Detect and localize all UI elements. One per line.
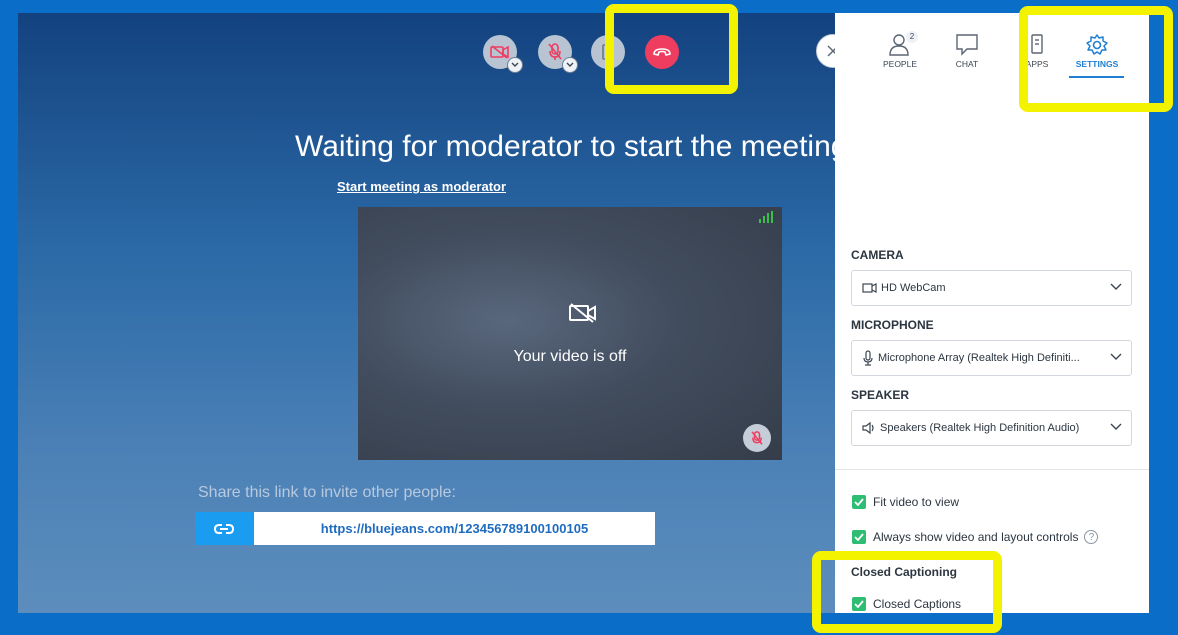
meeting-stage: Waiting for moderator to start the meeti… [18, 13, 835, 613]
chevron-down-icon [1110, 283, 1122, 290]
mic-options-caret[interactable] [562, 57, 578, 73]
waiting-title: Waiting for moderator to start the meeti… [295, 130, 835, 163]
camera-select[interactable]: HD WebCam [851, 270, 1132, 306]
speaker-select-value: Speakers (Realtek High Definition Audio) [880, 422, 1080, 434]
tab-people-label: PEOPLE [882, 59, 918, 69]
fit-video-label: Fit video to view [873, 495, 960, 509]
tab-people[interactable]: 2 PEOPLE [870, 31, 930, 69]
chevron-down-icon [1110, 353, 1122, 360]
chevron-down-icon [1110, 423, 1122, 430]
always-show-controls-option[interactable]: Always show video and layout controls ? [852, 530, 1099, 544]
microphone-icon [862, 350, 874, 366]
camera-heading: CAMERA [851, 248, 904, 262]
camera-select-value: HD WebCam [881, 282, 946, 294]
mic-off-icon [548, 43, 562, 60]
chevron-down-icon [566, 62, 574, 67]
tab-chat-label: CHAT [955, 59, 979, 69]
share-label: Share this link to invite other people: [198, 484, 456, 501]
chevron-down-icon [511, 62, 519, 67]
video-off-message: Your video is off [513, 348, 627, 365]
link-icon [214, 523, 234, 534]
always-show-controls-checkbox[interactable] [852, 530, 866, 544]
help-icon[interactable]: ? [1084, 530, 1099, 544]
highlight-hangup [605, 4, 738, 94]
section-divider [835, 469, 1149, 470]
highlight-closed-captions [812, 551, 1002, 633]
camera-icon [862, 283, 877, 293]
camera-off-icon [569, 303, 596, 323]
checkmark-icon [854, 533, 864, 541]
meeting-window: Waiting for moderator to start the meeti… [18, 13, 1149, 613]
speaker-select[interactable]: Speakers (Realtek High Definition Audio) [851, 410, 1132, 446]
video-options-caret[interactable] [507, 57, 523, 73]
fit-video-option[interactable]: Fit video to view [852, 495, 959, 509]
chat-icon [956, 34, 978, 56]
signal-strength-icon [759, 211, 773, 223]
speaker-heading: SPEAKER [851, 388, 910, 402]
microphone-select-value: Microphone Array (Realtek High Definiti.… [878, 352, 1080, 364]
mic-off-icon [751, 430, 763, 445]
people-count-badge: 2 [906, 31, 918, 43]
start-as-moderator-link[interactable]: Start meeting as moderator [337, 179, 506, 194]
highlight-settings-tab [1019, 6, 1173, 112]
video-toggle-button[interactable] [483, 35, 523, 73]
microphone-select[interactable]: Microphone Array (Realtek High Definiti.… [851, 340, 1132, 376]
always-show-controls-label: Always show video and layout controls [873, 530, 1079, 544]
meeting-url-field[interactable]: https://bluejeans.com/123456789100100105 [254, 512, 655, 545]
self-video-tile: Your video is off [358, 207, 782, 460]
tile-mic-muted [743, 424, 771, 452]
mic-toggle-button[interactable] [538, 35, 578, 73]
speaker-icon [862, 421, 876, 435]
tab-chat[interactable]: CHAT [937, 33, 997, 69]
microphone-heading: MICROPHONE [851, 318, 934, 332]
copy-link-button[interactable] [195, 512, 253, 545]
video-off-icon [490, 45, 509, 59]
fit-video-checkbox[interactable] [852, 495, 866, 509]
checkmark-icon [854, 498, 864, 506]
